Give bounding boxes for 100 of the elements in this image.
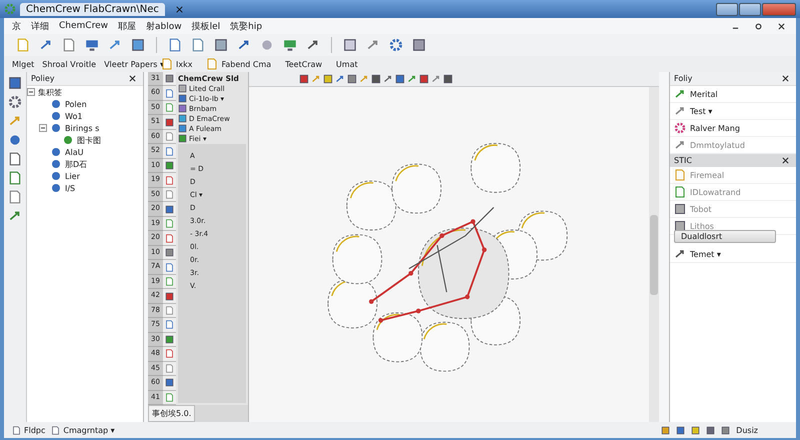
tree-item[interactable]: Polen [65, 100, 87, 108]
cell-icon [165, 349, 174, 358]
tree-item[interactable]: I/S [65, 184, 76, 192]
toolbar-button[interactable] [212, 36, 230, 54]
document-icon [206, 58, 218, 70]
toolbar-button[interactable] [347, 74, 357, 84]
tree-item[interactable]: 图卡图 [77, 134, 101, 146]
menu-item[interactable]: 射ablow [146, 20, 182, 32]
toolbar-button[interactable]: Fabend Cma [206, 58, 272, 70]
tool-icon [383, 74, 393, 84]
node-icon [50, 110, 62, 122]
cell-icon [165, 392, 174, 402]
menu-item[interactable]: 京 [12, 20, 21, 32]
menu-item[interactable]: ChemCrew [59, 21, 108, 31]
cell-icon [165, 204, 174, 214]
menu-item[interactable]: 耶屋 [118, 20, 136, 32]
node-icon [50, 182, 62, 194]
section-item[interactable]: Tobot [690, 204, 712, 214]
cell-icon [165, 132, 174, 142]
tool-icon [306, 38, 320, 52]
panel-title: Foliy [674, 74, 692, 83]
close-icon [778, 22, 785, 30]
document-icon [8, 171, 22, 185]
section-item[interactable]: Firemeal [690, 170, 724, 180]
sidebar-button[interactable] [8, 171, 22, 185]
status-button[interactable]: Cmagrntap ▾ [51, 426, 115, 434]
status-text: Dusiz [736, 426, 758, 434]
status-button[interactable]: Fldpc [12, 426, 46, 434]
panel-item[interactable]: Ralver Mang [690, 124, 740, 132]
expand-toggle[interactable] [27, 88, 35, 96]
tree-item[interactable]: Birings s [65, 124, 100, 132]
toolbar-button[interactable] [431, 74, 441, 84]
item-icon [674, 122, 686, 134]
sidebar-button[interactable] [8, 95, 22, 109]
toolbar-button[interactable] [383, 74, 393, 84]
expand-toggle[interactable] [39, 124, 47, 132]
section-title: STIC [674, 156, 692, 165]
panel-tab[interactable]: Mlget [12, 60, 34, 68]
scrollbar-thumb[interactable] [650, 214, 658, 294]
tree-item[interactable]: 集积签 [38, 86, 62, 98]
tool-icon [323, 74, 333, 84]
tree-item[interactable]: Lier [65, 172, 80, 180]
tool-icon [39, 38, 53, 52]
cell-icon [165, 219, 174, 228]
dropdown[interactable]: Temet ▾ [690, 250, 721, 258]
toolbar-button[interactable] [395, 74, 405, 84]
document-tab[interactable]: 事创埃5.0. [148, 405, 196, 422]
panel-item[interactable]: Merital [690, 90, 718, 98]
section-item[interactable]: Lithos [690, 222, 714, 230]
item-icon [674, 88, 686, 100]
menu-item[interactable]: 筑娶hip [230, 20, 262, 32]
tree-item[interactable]: Wo1 [65, 112, 82, 120]
item-icon [674, 105, 686, 117]
item-icon [674, 169, 686, 181]
toolbar-button[interactable] [443, 74, 453, 84]
maximize-button[interactable] [739, 2, 761, 16]
toolbar-button[interactable] [407, 74, 417, 84]
document-icon [161, 58, 173, 70]
cell-icon [165, 306, 174, 315]
tree-item[interactable]: AlaU [65, 148, 84, 156]
window-title: ChemCrew FlabCrawn\Nec [20, 2, 165, 16]
panel-item[interactable]: Test ▾ [690, 106, 712, 116]
tab-close-button[interactable]: × [168, 2, 190, 16]
cell-icon [165, 248, 174, 258]
panel-icon [12, 426, 21, 434]
panel-item[interactable]: Dmmtoylatud [690, 140, 745, 150]
scrollbar[interactable] [649, 87, 659, 422]
toolbar-button[interactable] [387, 36, 405, 54]
menu-item[interactable]: 摸板lel [192, 20, 220, 32]
sidebar-button[interactable] [8, 152, 22, 166]
tree-item[interactable]: 那D石 [65, 158, 88, 170]
item-icon [674, 220, 686, 232]
panel-tab[interactable]: Shroal Vroitle [42, 60, 96, 68]
toolbar-button[interactable] [323, 74, 333, 84]
toolbar-button[interactable] [419, 74, 429, 84]
menu-item[interactable]: 详细 [31, 20, 49, 32]
section-item[interactable]: IDLowatrand [690, 188, 741, 196]
toolbar-button[interactable] [371, 74, 381, 84]
toolbar-button[interactable] [410, 36, 428, 54]
toolbar-button[interactable] [341, 36, 359, 54]
toolbar-button[interactable] [129, 36, 147, 54]
document-icon [62, 38, 76, 52]
tool-icon [359, 74, 369, 84]
cell-icon [165, 74, 174, 84]
tool-icon [407, 74, 417, 84]
sidebar-button[interactable] [8, 190, 22, 204]
toolbar-button[interactable]: Umat [336, 60, 358, 68]
panel-button[interactable]: Dualdlosrt [674, 230, 776, 243]
cell-icon [165, 378, 174, 388]
monitor-icon [85, 38, 99, 52]
cell-icon [165, 190, 174, 200]
toolbar-button[interactable] [335, 74, 345, 84]
item-icon [674, 139, 686, 151]
toolbar-button[interactable]: TeetCraw [285, 60, 322, 68]
cell-icon [165, 176, 174, 185]
node-icon [50, 98, 62, 110]
tool-icon [347, 74, 357, 84]
sidebar-button[interactable] [8, 209, 22, 223]
panel-icon [51, 426, 60, 434]
toolbar-button[interactable] [299, 74, 309, 84]
